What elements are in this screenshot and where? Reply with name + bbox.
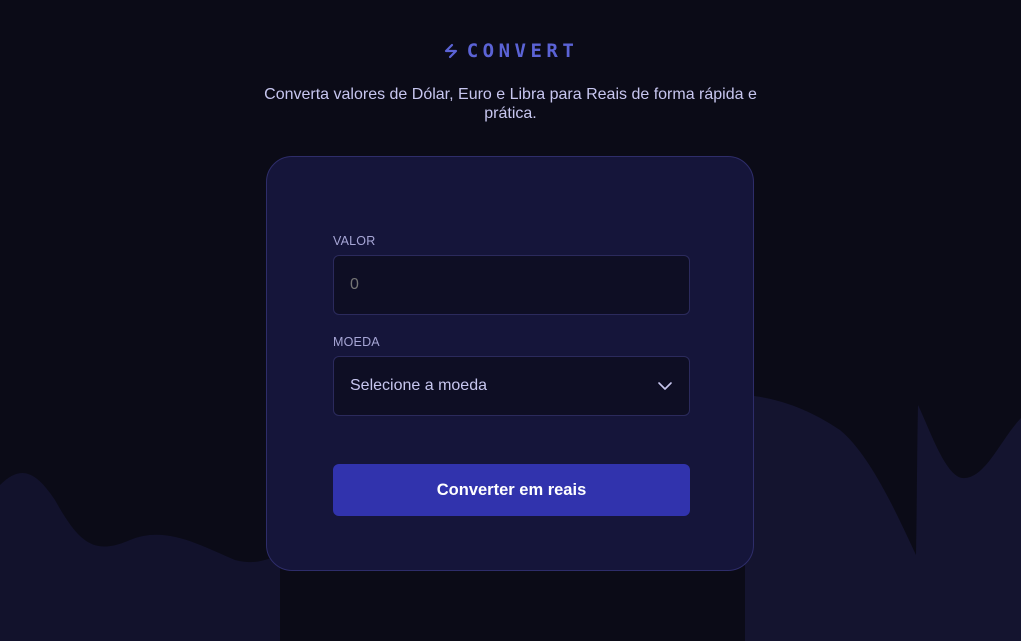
value-field[interactable] (333, 255, 690, 315)
convert-arrows-icon (444, 43, 457, 59)
convert-button[interactable]: Converter em reais (333, 464, 690, 516)
currency-select[interactable]: Selecione a moeda (333, 356, 690, 416)
chevron-down-icon (658, 382, 672, 390)
value-label: VALOR (333, 234, 376, 248)
value-input[interactable] (350, 276, 673, 294)
converter-card: VALOR MOEDA Selecione a moeda Converter … (266, 156, 754, 571)
currency-select-value: Selecione a moeda (350, 377, 487, 394)
page-subtitle: Converta valores de Dólar, Euro e Libra … (264, 86, 757, 122)
logo-text: CONVERT (466, 40, 579, 62)
currency-label: MOEDA (333, 335, 380, 349)
app-logo: CONVERT (0, 40, 1021, 62)
